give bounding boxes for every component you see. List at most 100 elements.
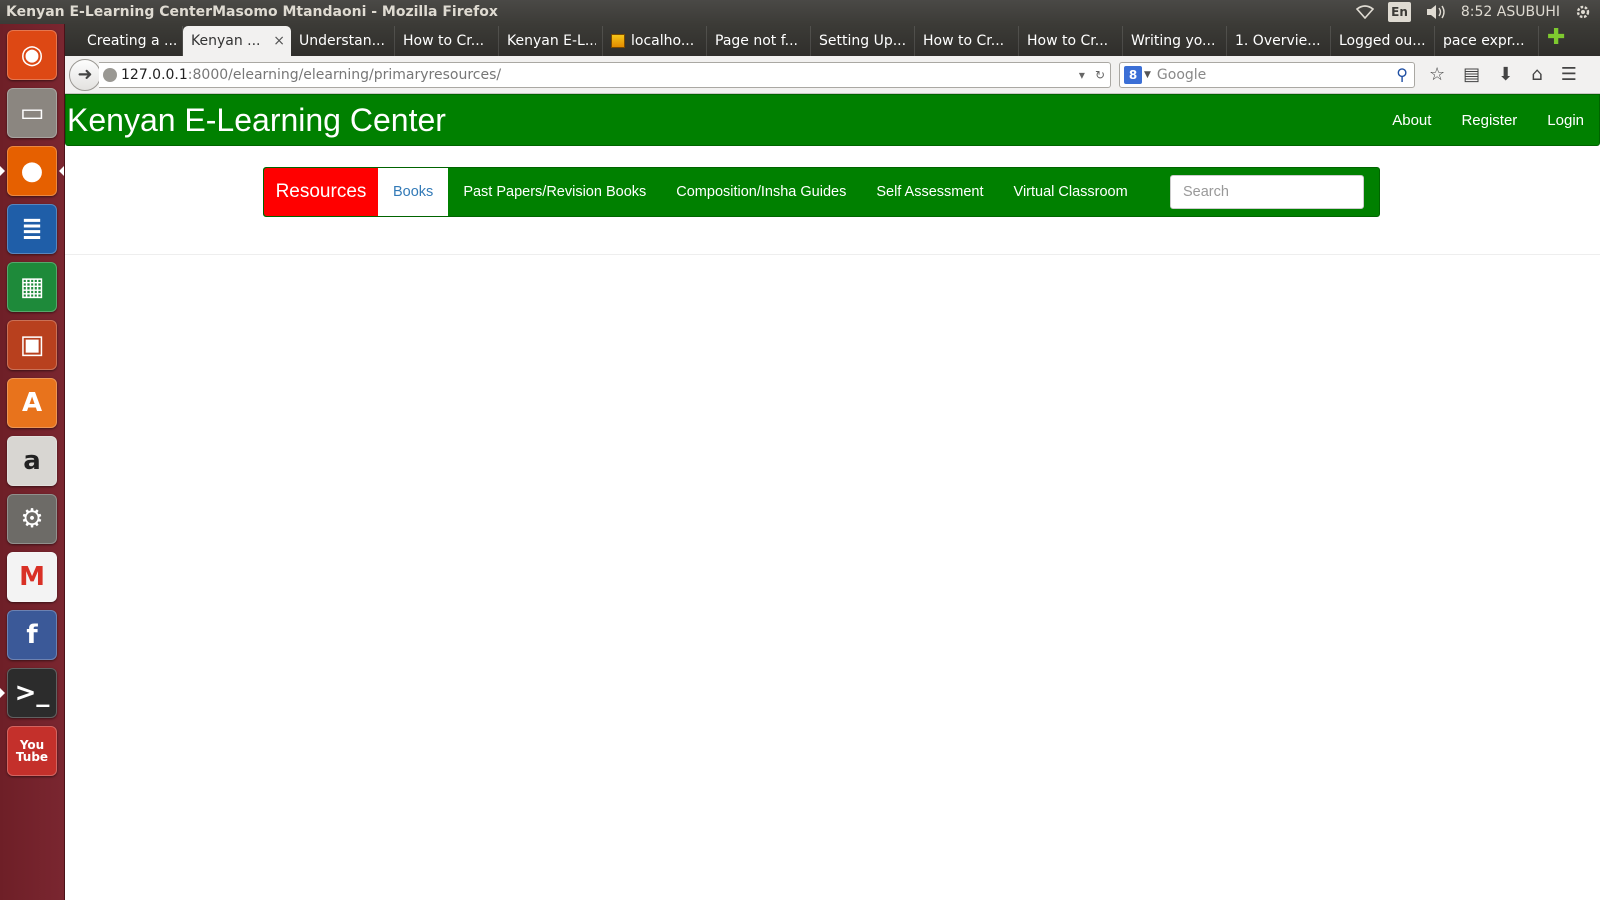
indicator-area: En 8:52 ASUBUHI (1356, 2, 1600, 22)
launcher-facebook[interactable]: f (7, 610, 57, 660)
browser-tab[interactable]: How to Cr... (395, 26, 499, 56)
gmail-icon: M (19, 562, 45, 592)
tab-label: Writing yo... (1131, 33, 1216, 49)
subnav-composition-guides[interactable]: Composition/Insha Guides (661, 168, 861, 216)
resources-label[interactable]: Resources (264, 168, 378, 216)
wifi-icon[interactable] (1356, 2, 1375, 22)
subnav-virtual-classroom[interactable]: Virtual Classroom (999, 168, 1143, 216)
launcher-system-settings[interactable]: ⚙ (7, 494, 57, 544)
tab-label: Page not f... (715, 33, 798, 49)
nav-login-link[interactable]: Login (1532, 112, 1599, 129)
launcher-libreoffice-writer[interactable]: ≣ (7, 204, 57, 254)
launcher-software-center[interactable]: A (7, 378, 57, 428)
browser-tab[interactable]: How to Cr... (915, 26, 1019, 56)
tab-label: How to Cr... (923, 33, 1005, 49)
browser-tab[interactable]: Writing yo... (1123, 26, 1227, 56)
browser-tab[interactable]: 1. Overvie... (1227, 26, 1331, 56)
browser-tab[interactable]: pace expr... (1435, 26, 1539, 56)
url-bar[interactable]: 127.0.0.1 :8000/elearning/elearning/prim… (99, 61, 1111, 88)
search-engine-icon[interactable]: 8 (1124, 65, 1142, 84)
browser-tab[interactable]: localho... (603, 26, 707, 56)
subnav-self-assessment[interactable]: Self Assessment (861, 168, 998, 216)
site-search-input[interactable] (1170, 175, 1364, 209)
clock[interactable]: 8:52 ASUBUHI (1461, 2, 1560, 22)
nav-about-link[interactable]: About (1377, 112, 1446, 129)
youtube-icon: You Tube (15, 738, 49, 764)
tab-strip: Creating a ... Kenyan ... × Understan... How… (65, 24, 1600, 56)
system-settings-icon: ⚙ (20, 504, 44, 534)
session-gear-icon[interactable] (1574, 2, 1592, 22)
tab-label: How to Cr... (403, 33, 485, 49)
software-center-icon: A (21, 388, 43, 418)
launcher-gmail[interactable]: M (7, 552, 57, 602)
ubuntu-dash-icon: ◉ (20, 40, 44, 70)
tab-label: Kenyan E-L... (507, 33, 596, 49)
tab-label: Kenyan ... (191, 33, 261, 49)
browser-tab[interactable]: How to Cr... (1019, 26, 1123, 56)
site-header: Kenyan E-Learning Center About Register … (65, 94, 1600, 146)
browser-tab[interactable]: Setting Up... (811, 26, 915, 56)
site-identity-icon[interactable] (103, 67, 117, 82)
firefox-icon: ● (20, 156, 44, 186)
page-divider (65, 254, 1600, 255)
url-path: :8000/elearning/elearning/primaryresourc… (187, 66, 502, 83)
window-title: Kenyan E-Learning CenterMasomo Mtandaoni… (6, 4, 498, 20)
browser-tab[interactable]: Kenyan E-L... (499, 26, 603, 56)
launcher-libreoffice-impress[interactable]: ▣ (7, 320, 57, 370)
search-bar-placeholder: Google (1156, 66, 1207, 83)
running-indicator (59, 166, 64, 176)
launcher-firefox[interactable]: ● (7, 146, 57, 196)
browser-tab[interactable]: Creating a ... (79, 26, 183, 56)
hamburger-menu-icon[interactable]: ☰ (1561, 64, 1577, 85)
facebook-icon: f (26, 620, 38, 650)
home-icon[interactable]: ⌂ (1531, 64, 1542, 85)
running-indicator (0, 166, 5, 176)
search-bar[interactable]: 8 ▼ Google ⚲ (1119, 61, 1415, 88)
tab-label: Setting Up... (819, 33, 907, 49)
browser-tab[interactable]: Logged ou... (1331, 26, 1435, 56)
browser-tab[interactable]: Kenyan ... × (183, 26, 291, 56)
back-arrow-icon: ➜ (77, 64, 93, 85)
site-brand[interactable]: Kenyan E-Learning Center (67, 102, 1377, 139)
url-history-dropdown-icon[interactable]: ▾ (1074, 68, 1090, 82)
keyboard-lang-indicator[interactable]: En (1388, 2, 1411, 22)
tab-label: Understan... (299, 33, 385, 49)
new-tab-plus-icon[interactable]: ✚ (1547, 25, 1565, 50)
libreoffice-calc-icon: ▦ (19, 272, 45, 302)
tab-label: How to Cr... (1027, 33, 1109, 49)
tab-favicon-icon (611, 34, 625, 48)
tab-label: Logged ou... (1339, 33, 1426, 49)
unity-launcher: ◉ ▭ ● ≣ ▦ ▣ Aa ⚙ Mf >_ You Tube (0, 24, 65, 900)
launcher-libreoffice-calc[interactable]: ▦ (7, 262, 57, 312)
browser-tab[interactable]: Page not f... (707, 26, 811, 56)
launcher-youtube[interactable]: You Tube (7, 726, 57, 776)
launcher-terminal[interactable]: >_ (7, 668, 57, 718)
subnav-books[interactable]: Books (378, 168, 449, 216)
magnifier-icon[interactable]: ⚲ (1396, 65, 1414, 84)
terminal-icon: >_ (14, 678, 50, 708)
nav-register-link[interactable]: Register (1446, 112, 1532, 129)
subnav-past-papers[interactable]: Past Papers/Revision Books (448, 168, 661, 216)
header-nav: About Register Login (1377, 112, 1599, 129)
browser-tab[interactable]: Understan... (291, 26, 395, 56)
tab-label: pace expr... (1443, 33, 1525, 49)
back-button[interactable]: ➜ (69, 58, 101, 91)
tab-label: localho... (631, 33, 695, 49)
launcher-files[interactable]: ▭ (7, 88, 57, 138)
launcher-amazon[interactable]: a (7, 436, 57, 486)
navigation-toolbar: ➜ 127.0.0.1 :8000/elearning/elearning/pr… (65, 56, 1600, 94)
reload-icon[interactable]: ↻ (1090, 68, 1110, 82)
tab-label: Creating a ... (87, 33, 176, 49)
bookmarks-menu-icon[interactable]: ▤ (1463, 64, 1480, 85)
launcher-ubuntu-dash[interactable]: ◉ (7, 30, 57, 80)
search-engine-dropdown-icon[interactable]: ▼ (1144, 70, 1151, 80)
amazon-icon: a (23, 446, 41, 476)
tab-close-icon[interactable]: × (273, 33, 285, 49)
bookmark-star-icon[interactable]: ☆ (1429, 64, 1445, 85)
libreoffice-impress-icon: ▣ (19, 330, 45, 360)
volume-icon[interactable] (1425, 2, 1447, 22)
downloads-icon[interactable]: ⬇ (1498, 64, 1513, 85)
files-icon: ▭ (19, 98, 45, 128)
top-panel: Kenyan E-Learning CenterMasomo Mtandaoni… (0, 0, 1600, 24)
url-host: 127.0.0.1 (121, 66, 188, 83)
